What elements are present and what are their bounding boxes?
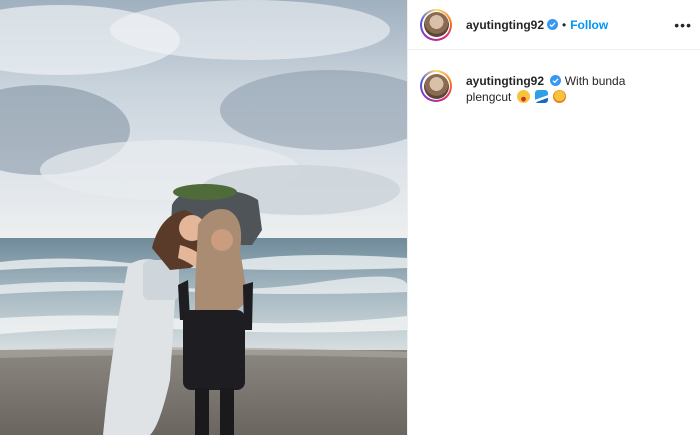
caption-avatar[interactable] xyxy=(420,70,452,102)
post-details-panel: ayutingting92 • Follow ••• ayutingting92… xyxy=(407,0,700,435)
more-options-icon[interactable]: ••• xyxy=(674,18,692,32)
separator-dot: • xyxy=(562,17,567,32)
wave-emoji-icon xyxy=(535,90,549,103)
avatar-image xyxy=(423,12,449,37)
avatar-image xyxy=(423,73,449,99)
avatar-frame xyxy=(422,10,450,39)
post-header: ayutingting92 • Follow ••• xyxy=(408,0,700,50)
verified-badge-icon xyxy=(550,75,562,86)
profile-avatar[interactable] xyxy=(420,8,452,41)
follow-button[interactable]: Follow xyxy=(570,18,608,32)
caption-text: ayutingting92 With bunda plengcut xyxy=(466,73,666,105)
caption-username[interactable]: ayutingting92 xyxy=(466,74,544,88)
post-photo[interactable] xyxy=(0,0,407,435)
avatar-frame xyxy=(422,72,450,100)
grinning-face-emoji-icon xyxy=(516,90,530,103)
verified-badge-icon xyxy=(547,19,559,30)
smiling-face-emoji-icon xyxy=(553,90,567,103)
beach-photo xyxy=(0,0,407,435)
caption-row: ayutingting92 With bunda plengcut xyxy=(408,50,700,105)
header-username[interactable]: ayutingting92 xyxy=(466,18,544,32)
